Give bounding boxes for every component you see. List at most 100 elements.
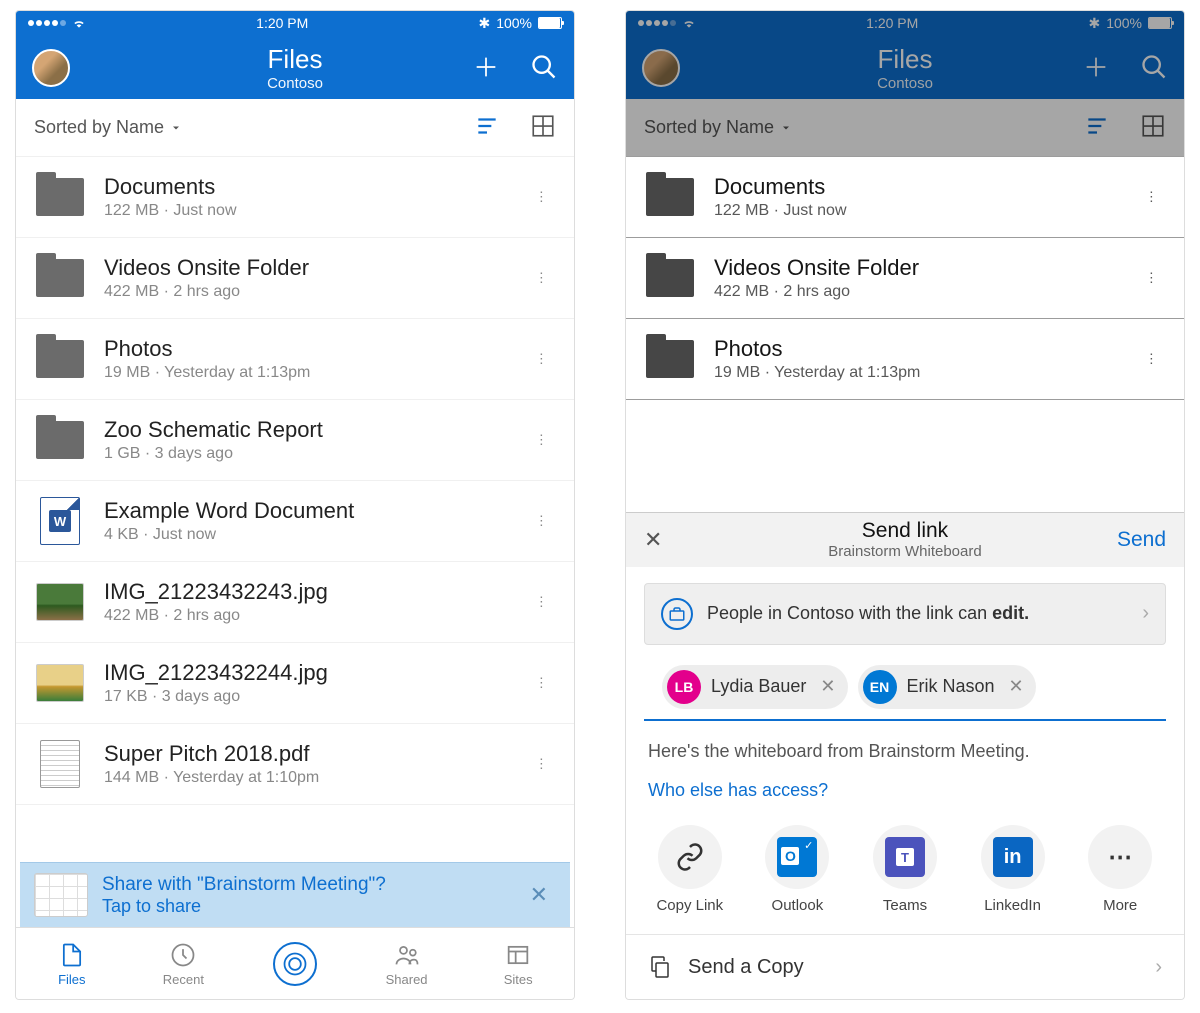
remove-chip-button[interactable]: ✕ — [820, 676, 835, 697]
send-link-sheet: ✕ Send linkBrainstorm Whiteboard Send Pe… — [626, 512, 1184, 999]
header: Files Contoso — [16, 35, 574, 99]
more-button[interactable]: ⋮ — [527, 667, 556, 699]
folder-icon — [646, 178, 694, 216]
more-button[interactable]: ⋮ — [1137, 343, 1166, 375]
folder-icon — [36, 178, 84, 216]
more-button[interactable]: ⋮ — [1137, 181, 1166, 213]
more-button[interactable]: ⋮ — [527, 343, 556, 375]
list-item[interactable]: Photos19 MB · Yesterday at 1:13pm⋮ — [16, 319, 574, 400]
copy-link-button[interactable]: Copy Link — [645, 825, 735, 914]
page-title: Files — [267, 44, 323, 75]
more-button[interactable]: ⋮ — [527, 262, 556, 294]
list-item[interactable]: Documents122 MB · Just now⋮ — [16, 157, 574, 238]
phone-left: 1:20 PM ✱ 100% Files Contoso Sorted by N… — [15, 10, 575, 1000]
more-apps-button[interactable]: ⋯More — [1075, 825, 1165, 914]
file-list: Documents122 MB · Just now⋮ Videos Onsit… — [16, 157, 574, 927]
status-bar: 1:20 PM ✱ 100% — [16, 11, 574, 35]
list-item[interactable]: Zoo Schematic Report1 GB · 3 days ago⋮ — [16, 400, 574, 481]
people-field[interactable]: LBLydia Bauer✕ ENErik Nason✕ — [644, 661, 1166, 721]
toast-subtitle: Tap to share — [102, 896, 522, 917]
grid-view-button[interactable] — [530, 113, 556, 142]
wifi-icon — [682, 16, 696, 30]
teams-button[interactable]: TTeams — [860, 825, 950, 914]
folder-icon — [646, 340, 694, 378]
more-button[interactable]: ⋮ — [527, 505, 556, 537]
image-thumbnail — [36, 664, 84, 702]
word-icon: W — [40, 497, 80, 545]
status-time: 1:20 PM — [866, 15, 918, 31]
list-item[interactable]: Photos19 MB · Yesterday at 1:13pm⋮ — [626, 319, 1184, 400]
sheet-subtitle: Brainstorm Whiteboard — [828, 543, 981, 560]
tab-recent[interactable]: Recent — [128, 928, 240, 999]
sort-bar: Sorted by Name — [626, 99, 1184, 157]
avatar-initials: LB — [667, 670, 701, 704]
more-icon: ⋯ — [1088, 825, 1152, 889]
folder-icon — [36, 259, 84, 297]
who-has-access-link[interactable]: Who else has access? — [626, 770, 850, 819]
share-apps-row: Copy Link OOutlook TTeams inLinkedIn ⋯Mo… — [626, 819, 1184, 935]
chevron-right-icon: › — [1142, 602, 1149, 625]
add-button[interactable] — [472, 53, 500, 84]
list-item[interactable]: IMG_21223432244.jpg17 KB · 3 days ago⋮ — [16, 643, 574, 724]
permission-text: People in Contoso with the link can edit… — [707, 603, 1128, 624]
close-button[interactable]: ✕ — [644, 527, 662, 553]
toast-thumbnail — [34, 873, 88, 917]
folder-icon — [36, 421, 84, 459]
more-button[interactable]: ⋮ — [527, 586, 556, 618]
linkedin-icon: in — [993, 837, 1033, 877]
image-thumbnail — [36, 583, 84, 621]
status-time: 1:20 PM — [256, 15, 308, 31]
link-icon — [675, 842, 705, 872]
avatar[interactable] — [642, 49, 680, 87]
tab-shared[interactable]: Shared — [351, 928, 463, 999]
pdf-icon — [40, 740, 80, 788]
list-item[interactable]: Videos Onsite Folder422 MB · 2 hrs ago⋮ — [626, 238, 1184, 319]
more-button[interactable]: ⋮ — [527, 181, 556, 213]
add-button[interactable] — [1082, 53, 1110, 84]
signal-icon — [28, 20, 66, 26]
person-chip: LBLydia Bauer✕ — [662, 665, 848, 709]
more-button[interactable]: ⋮ — [1137, 262, 1166, 294]
sheet-header: ✕ Send linkBrainstorm Whiteboard Send — [626, 513, 1184, 567]
more-button[interactable]: ⋮ — [527, 424, 556, 456]
wifi-icon — [72, 16, 86, 30]
sort-button[interactable]: Sorted by Name — [34, 117, 182, 138]
tab-scan[interactable] — [239, 928, 351, 999]
list-item[interactable]: IMG_21223432243.jpg422 MB · 2 hrs ago⋮ — [16, 562, 574, 643]
battery-icon — [538, 17, 562, 29]
share-toast[interactable]: Share with "Brainstorm Meeting"?Tap to s… — [20, 862, 570, 927]
teams-icon: T — [885, 837, 925, 877]
tab-files[interactable]: Files — [16, 928, 128, 999]
bluetooth-icon: ✱ — [1088, 15, 1100, 32]
linkedin-button[interactable]: inLinkedIn — [968, 825, 1058, 914]
send-button[interactable]: Send — [1117, 528, 1166, 552]
remove-chip-button[interactable]: ✕ — [1009, 676, 1024, 697]
sort-button[interactable]: Sorted by Name — [644, 117, 792, 138]
more-button[interactable]: ⋮ — [527, 748, 556, 780]
page-subtitle: Contoso — [877, 75, 933, 92]
send-copy-button[interactable]: Send a Copy › — [626, 935, 1184, 999]
search-button[interactable] — [530, 53, 558, 84]
sheet-title: Send link — [828, 519, 981, 543]
message-field[interactable]: Here's the whiteboard from Brainstorm Me… — [626, 721, 1184, 770]
folder-icon — [36, 340, 84, 378]
search-button[interactable] — [1140, 53, 1168, 84]
person-chip: ENErik Nason✕ — [858, 665, 1036, 709]
grid-view-button[interactable] — [1140, 113, 1166, 142]
toast-close-button[interactable]: ✕ — [522, 874, 556, 916]
list-view-button[interactable] — [474, 113, 500, 142]
avatar[interactable] — [32, 49, 70, 87]
list-view-button[interactable] — [1084, 113, 1110, 142]
list-item[interactable]: WExample Word Document4 KB · Just now⋮ — [16, 481, 574, 562]
list-item[interactable]: Documents122 MB · Just now⋮ — [626, 157, 1184, 238]
briefcase-icon — [661, 598, 693, 630]
list-item[interactable]: Super Pitch 2018.pdf144 MB · Yesterday a… — [16, 724, 574, 805]
folder-icon — [646, 259, 694, 297]
outlook-button[interactable]: OOutlook — [752, 825, 842, 914]
permission-row[interactable]: People in Contoso with the link can edit… — [644, 583, 1166, 645]
battery-pct: 100% — [1106, 15, 1142, 31]
list-item[interactable]: Videos Onsite Folder422 MB · 2 hrs ago⋮ — [16, 238, 574, 319]
bluetooth-icon: ✱ — [478, 15, 490, 32]
tab-sites[interactable]: Sites — [462, 928, 574, 999]
avatar-initials: EN — [863, 670, 897, 704]
